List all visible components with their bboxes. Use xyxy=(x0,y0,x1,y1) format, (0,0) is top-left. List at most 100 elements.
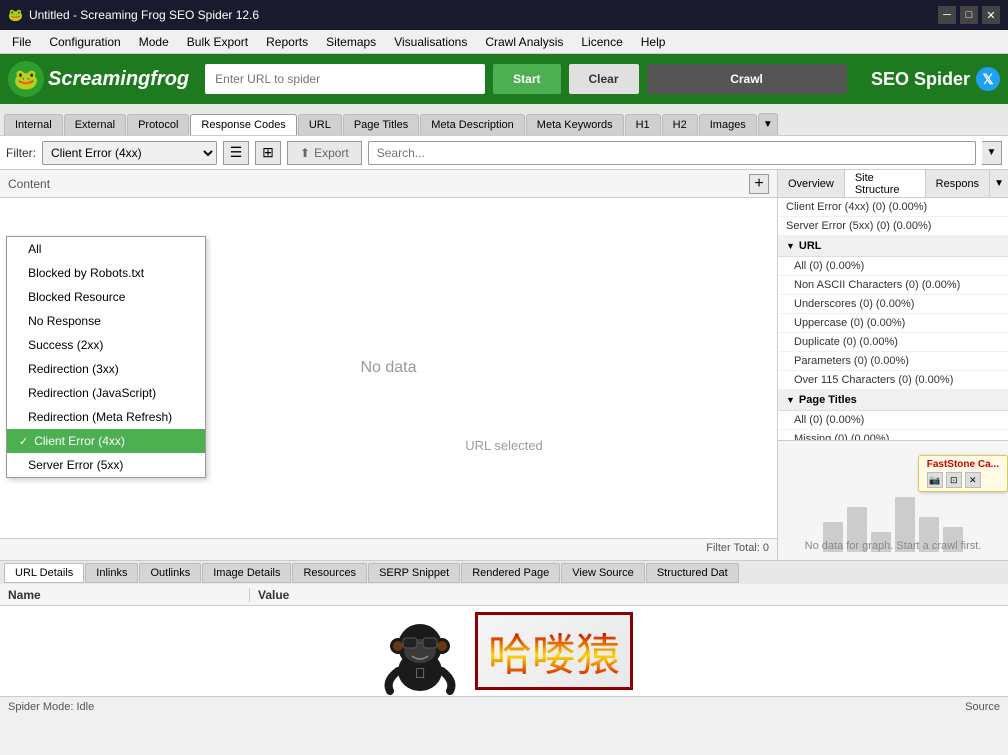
name-column-header: Name xyxy=(0,588,250,602)
dropdown-item-redirection-3xx[interactable]: Redirection (3xx) xyxy=(7,357,205,381)
tab-url[interactable]: URL xyxy=(298,114,342,135)
tab-h2[interactable]: H2 xyxy=(662,114,698,135)
right-panel-content: Client Error (4xx) (0) (0.00%) Server Er… xyxy=(778,198,1008,440)
dropdown-label-redirection-meta: Redirection (Meta Refresh) xyxy=(28,410,172,424)
dropdown-label-blocked-robots: Blocked by Robots.txt xyxy=(28,266,144,280)
dropdown-item-redirection-js[interactable]: Redirection (JavaScript) xyxy=(7,381,205,405)
export-button[interactable]: ⬆ Export xyxy=(287,141,362,165)
right-item-client-error[interactable]: Client Error (4xx) (0) (0.00%) xyxy=(778,198,1008,217)
start-button[interactable]: Start xyxy=(493,64,560,94)
dropdown-item-server-error[interactable]: Server Error (5xx) xyxy=(7,453,205,477)
titlebar: 🐸 Untitled - Screaming Frog SEO Spider 1… xyxy=(0,0,1008,30)
minimize-button[interactable]: ─ xyxy=(938,6,956,24)
dropdown-item-blocked-robots[interactable]: Blocked by Robots.txt xyxy=(7,261,205,285)
faststone-close-icon[interactable]: ✕ xyxy=(965,472,981,488)
bottom-tab-outlinks[interactable]: Outlinks xyxy=(139,563,201,583)
right-item-label-client-error: Client Error (4xx) (0) (0.00%) xyxy=(786,201,927,213)
maximize-button[interactable]: □ xyxy=(960,6,978,24)
bottom-tab-resources[interactable]: Resources xyxy=(292,563,367,583)
right-tab-response[interactable]: Respons xyxy=(926,170,990,197)
right-item-pt-missing[interactable]: Missing (0) (0.00%) xyxy=(778,430,1008,440)
page-titles-section-header[interactable]: ▼ Page Titles xyxy=(778,390,1008,411)
right-item-pt-all[interactable]: All (0) (0.00%) xyxy=(778,411,1008,430)
content-header: Content + xyxy=(0,170,777,198)
filter-row: Filter: All Blocked by Robots.txt Blocke… xyxy=(0,136,1008,170)
menu-reports[interactable]: Reports xyxy=(258,32,316,52)
menu-file[interactable]: File xyxy=(4,32,39,52)
close-button[interactable]: ✕ xyxy=(982,6,1000,24)
clear-button[interactable]: Clear xyxy=(569,64,639,94)
menu-configuration[interactable]: Configuration xyxy=(41,32,128,52)
menu-sitemaps[interactable]: Sitemaps xyxy=(318,32,384,52)
url-section-header[interactable]: ▼ URL xyxy=(778,236,1008,257)
dropdown-item-no-response[interactable]: No Response xyxy=(7,309,205,333)
right-tabs-more-button[interactable]: ▼ xyxy=(990,170,1008,197)
seo-spider-text: SEO Spider xyxy=(871,69,970,90)
search-dropdown-button[interactable]: ▼ xyxy=(982,141,1002,165)
graph-label: No data for graph. Start a crawl first. xyxy=(778,540,1008,552)
right-item-url-underscores[interactable]: Underscores (0) (0.00%) xyxy=(778,295,1008,314)
menu-help[interactable]: Help xyxy=(633,32,674,52)
bottom-tab-url-details[interactable]: URL Details xyxy=(4,563,84,583)
menu-mode[interactable]: Mode xyxy=(131,32,177,52)
dropdown-item-success[interactable]: Success (2xx) xyxy=(7,333,205,357)
check-icon-redirection-js xyxy=(19,387,22,399)
bottom-tab-structured-data[interactable]: Structured Dat xyxy=(646,563,739,583)
tab-page-titles[interactable]: Page Titles xyxy=(343,114,419,135)
url-input[interactable] xyxy=(205,64,485,94)
faststone-camera-icon[interactable]: 📷 xyxy=(927,472,943,488)
main-area: Content + No data Filter Total: 0 All Bl… xyxy=(0,170,1008,560)
tab-internal[interactable]: Internal xyxy=(4,114,63,135)
twitter-icon[interactable]: 𝕏 xyxy=(976,67,1000,91)
search-input[interactable] xyxy=(368,141,976,165)
menu-visualisations[interactable]: Visualisations xyxy=(386,32,475,52)
right-tab-site-structure[interactable]: Site Structure xyxy=(845,170,926,197)
tab-meta-description[interactable]: Meta Description xyxy=(420,114,525,135)
bottom-tab-image-details[interactable]: Image Details xyxy=(202,563,291,583)
bottom-tab-view-source[interactable]: View Source xyxy=(561,563,645,583)
right-item-url-duplicate[interactable]: Duplicate (0) (0.00%) xyxy=(778,333,1008,352)
right-item-url-all[interactable]: All (0) (0.00%) xyxy=(778,257,1008,276)
tabs-more-button[interactable]: ▼ xyxy=(758,113,778,135)
bottom-tab-rendered-page[interactable]: Rendered Page xyxy=(461,563,560,583)
dropdown-label-no-response: No Response xyxy=(28,314,101,328)
faststone-resize-icon[interactable]: ⊡ xyxy=(946,472,962,488)
app-icon: 🐸 xyxy=(8,8,23,22)
tab-images[interactable]: Images xyxy=(699,114,757,135)
right-item-url-over115[interactable]: Over 115 Characters (0) (0.00%) xyxy=(778,371,1008,390)
menu-crawl-analysis[interactable]: Crawl Analysis xyxy=(477,32,571,52)
check-icon-server-error xyxy=(19,459,22,471)
menu-bulk-export[interactable]: Bulk Export xyxy=(179,32,256,52)
right-item-url-non-ascii[interactable]: Non ASCII Characters (0) (0.00%) xyxy=(778,276,1008,295)
crawl-button[interactable]: Crawl xyxy=(647,64,847,94)
dropdown-item-all[interactable]: All xyxy=(7,237,205,261)
filter-select[interactable]: All Blocked by Robots.txt Blocked Resour… xyxy=(42,141,217,165)
menu-licence[interactable]: Licence xyxy=(573,32,630,52)
titlebar-title: Untitled - Screaming Frog SEO Spider 12.… xyxy=(29,8,259,22)
list-view-button[interactable]: ☰ xyxy=(223,141,249,165)
page-titles-section-title: Page Titles xyxy=(799,394,857,406)
faststone-title: FastStone Ca... xyxy=(927,459,999,470)
dropdown-item-redirection-meta[interactable]: Redirection (Meta Refresh) xyxy=(7,405,205,429)
dropdown-item-blocked-resource[interactable]: Blocked Resource xyxy=(7,285,205,309)
check-icon-all xyxy=(19,243,22,255)
tab-protocol[interactable]: Protocol xyxy=(127,114,189,135)
right-item-server-error[interactable]: Server Error (5xx) (0) (0.00%) xyxy=(778,217,1008,236)
tab-external[interactable]: External xyxy=(64,114,126,135)
right-tab-overview[interactable]: Overview xyxy=(778,170,845,197)
tab-response-codes[interactable]: Response Codes xyxy=(190,114,296,135)
tab-meta-keywords[interactable]: Meta Keywords xyxy=(526,114,624,135)
dropdown-item-client-error[interactable]: ✓ Client Error (4xx) xyxy=(7,429,205,453)
right-item-url-uppercase[interactable]: Uppercase (0) (0.00%) xyxy=(778,314,1008,333)
right-item-url-parameters[interactable]: Parameters (0) (0.00%) xyxy=(778,352,1008,371)
tab-h1[interactable]: H1 xyxy=(625,114,661,135)
check-icon-redirection-3xx xyxy=(19,363,22,375)
chart-view-button[interactable]: ⊞ xyxy=(255,141,281,165)
add-column-button[interactable]: + xyxy=(749,174,769,194)
bottom-tab-serp-snippet[interactable]: SERP Snippet xyxy=(368,563,460,583)
no-data-text: No data xyxy=(360,359,416,377)
check-icon-client-error: ✓ xyxy=(19,435,28,448)
bottom-tab-inlinks[interactable]: Inlinks xyxy=(85,563,138,583)
menubar: File Configuration Mode Bulk Export Repo… xyxy=(0,30,1008,54)
dropdown-label-client-error: Client Error (4xx) xyxy=(34,434,125,448)
